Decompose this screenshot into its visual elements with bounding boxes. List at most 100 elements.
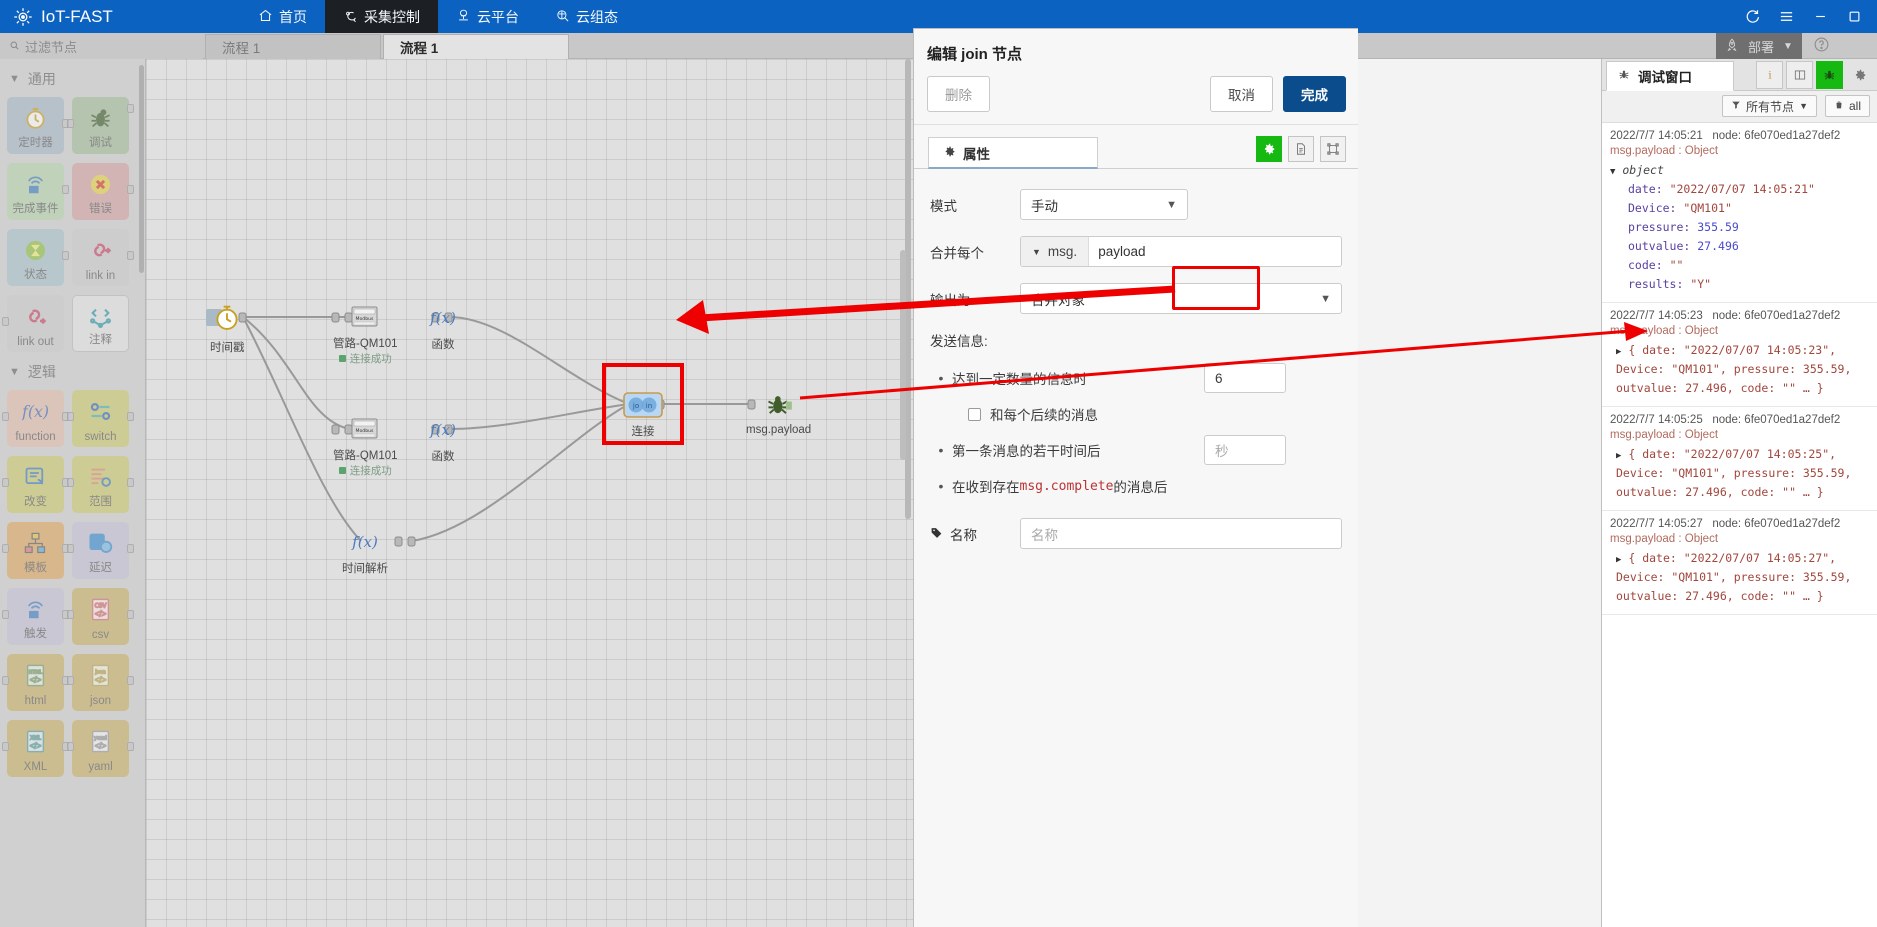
node-port-out[interactable] (127, 251, 134, 260)
debug-message[interactable]: 2022/7/7 14:05:23 node: 6fe070ed1a27def2… (1602, 303, 1877, 407)
node-port-in[interactable] (2, 676, 9, 685)
node-port-in[interactable] (67, 742, 74, 751)
refresh-icon[interactable] (1735, 0, 1769, 33)
palette-node-debug[interactable]: 调试 (67, 97, 134, 154)
palette-node-complete[interactable]: 完成事件 (7, 163, 69, 220)
node-port-in[interactable] (2, 610, 9, 619)
palette-node-switch[interactable]: switch (67, 390, 134, 447)
caret-down-icon[interactable]: ▼ (1610, 167, 1615, 177)
done-button[interactable]: 完成 (1283, 76, 1346, 112)
canvas-node-function-2[interactable]: f(x) 函数 (429, 417, 457, 464)
debug-clear-button[interactable]: all (1824, 95, 1870, 117)
canvas-node-function-3[interactable]: f(x) 时间解析 (342, 529, 388, 576)
palette-group-header-common[interactable]: ▼ 通用 (0, 59, 145, 97)
combine-type-selector[interactable]: ▼ msg. (1021, 237, 1090, 266)
debug-object-root[interactable]: ▼ object (1610, 161, 1869, 180)
info-icon[interactable]: i (1756, 61, 1783, 89)
node-palette[interactable]: ▼ 通用 定时器 调试 完成事件 错误 状态 link in link out … (0, 59, 146, 927)
palette-node-range[interactable]: 范围 (67, 456, 134, 513)
node-port-in[interactable] (67, 478, 74, 487)
help-icon[interactable] (1813, 36, 1830, 56)
canvas-node-modbus-2[interactable]: Modbus 管路-QM101 连接成功 (333, 416, 398, 478)
canvas-node-debug[interactable]: msg.payload (746, 391, 811, 436)
node-port-out[interactable] (127, 742, 134, 751)
option-timeout[interactable]: • 第一条消息的若干时间后 秒 (930, 435, 1342, 465)
appearance-icon[interactable] (1320, 136, 1346, 162)
name-input[interactable]: 名称 (1020, 518, 1342, 549)
node-port-in[interactable] (67, 676, 74, 685)
node-port-out[interactable] (127, 610, 134, 619)
minimize-icon[interactable] (1803, 0, 1837, 33)
palette-scrollbar[interactable] (139, 65, 144, 273)
canvas-node-join[interactable]: jo in 连接 (623, 392, 663, 439)
palette-node-trigger[interactable]: 触发 (2, 588, 69, 645)
node-port-in[interactable] (2, 742, 9, 751)
book-icon[interactable] (1786, 61, 1813, 89)
node-port-out[interactable] (127, 544, 134, 553)
flow-canvas[interactable]: 时间戳 Modbus 管路-QM101 连接成功 f(x) 函数 Modbus … (146, 59, 913, 927)
palette-group-header-logic[interactable]: ▼ 逻辑 (0, 352, 145, 390)
palette-node-template[interactable]: 模板 (2, 522, 69, 579)
flow-tab-1[interactable]: 流程 1 (383, 34, 569, 59)
canvas-node-timer[interactable]: 时间戳 (210, 302, 245, 355)
node-port-out[interactable] (127, 676, 134, 685)
gear-icon[interactable] (1846, 61, 1873, 89)
node-port-out[interactable] (127, 412, 134, 421)
maximize-icon[interactable] (1837, 0, 1871, 33)
node-port-in[interactable] (67, 412, 74, 421)
debug-filter-select[interactable]: 所有节点 ▼ (1722, 95, 1817, 117)
debug-message-list[interactable]: 2022/7/7 14:05:21 node: 6fe070ed1a27def2… (1602, 122, 1877, 927)
palette-node-error[interactable]: 错误 (72, 163, 134, 220)
palette-node-link-out[interactable]: link out (2, 295, 64, 352)
palette-node-link-in[interactable]: link in (72, 229, 134, 286)
palette-node-change[interactable]: 改变 (2, 456, 69, 513)
debug-message[interactable]: 2022/7/7 14:05:25 node: 6fe070ed1a27def2… (1602, 407, 1877, 511)
node-port-out[interactable] (62, 185, 69, 194)
palette-node-status[interactable]: 状态 (7, 229, 69, 286)
option-count[interactable]: • 达到一定数量的信息时 6 (930, 363, 1342, 393)
palette-node-html[interactable]: HTML </> html (2, 654, 69, 711)
caret-right-icon[interactable]: ▶ (1616, 555, 1621, 565)
gear-icon[interactable] (1256, 136, 1282, 162)
combine-typed-input[interactable]: ▼ msg. payload (1020, 236, 1342, 267)
debug-message[interactable]: 2022/7/7 14:05:27 node: 6fe070ed1a27def2… (1602, 511, 1877, 615)
node-port-in[interactable] (67, 610, 74, 619)
node-port-in[interactable] (67, 119, 74, 128)
nav-item-collect[interactable]: 采集控制 (325, 0, 438, 33)
output-select[interactable]: 合并对象 ▼ (1020, 283, 1342, 314)
debug-message[interactable]: 2022/7/7 14:05:21 node: 6fe070ed1a27def2… (1602, 123, 1877, 303)
palette-node-timer[interactable]: 定时器 (7, 97, 69, 154)
palette-node-comment[interactable]: 注释 (72, 295, 129, 352)
node-port-in[interactable] (2, 412, 9, 421)
bug-icon[interactable] (1816, 61, 1843, 89)
edit-panel-scrollbar[interactable] (900, 250, 906, 460)
timeout-input[interactable]: 秒 (1204, 435, 1286, 465)
node-port-status[interactable] (127, 104, 134, 113)
nav-item-home[interactable]: 首页 (240, 0, 325, 33)
palette-node-yaml[interactable]: yaml </> yaml (67, 720, 134, 777)
palette-node-xml[interactable]: XML </> XML (2, 720, 69, 777)
deploy-button[interactable]: 部署 ▼ (1716, 33, 1802, 59)
node-port-in[interactable] (2, 478, 9, 487)
delete-button[interactable]: 删除 (927, 76, 990, 112)
option-subsequent[interactable]: 和每个后续的消息 (930, 404, 1342, 424)
subsequent-checkbox[interactable] (968, 407, 981, 421)
count-input[interactable]: 6 (1204, 363, 1286, 393)
node-port-out[interactable] (127, 478, 134, 487)
caret-right-icon[interactable]: ▶ (1616, 451, 1621, 461)
option-complete[interactable]: • 在收到存在 msg.complete 的消息后 (930, 476, 1342, 496)
flow-tab-0[interactable]: 流程 1 (205, 34, 381, 59)
caret-right-icon[interactable]: ▶ (1616, 347, 1621, 357)
palette-node-function[interactable]: f(x) function (2, 390, 69, 447)
canvas-node-function-1[interactable]: f(x) 函数 (429, 305, 457, 352)
tab-properties[interactable]: 属性 (928, 137, 1098, 169)
canvas-node-modbus-1[interactable]: Modbus 管路-QM101 连接成功 (333, 304, 398, 366)
tab-debug-window[interactable]: 调试窗口 (1606, 61, 1734, 91)
nav-item-cloud-platform[interactable]: 云平台 (438, 0, 537, 33)
search-input[interactable]: 过滤节点 (0, 33, 203, 59)
palette-node-json[interactable]: json </> json (67, 654, 134, 711)
cancel-button[interactable]: 取消 (1210, 76, 1273, 112)
palette-node-delay[interactable]: 延迟 (67, 522, 134, 579)
node-port-in[interactable] (2, 544, 9, 553)
node-port-in[interactable] (2, 317, 9, 326)
